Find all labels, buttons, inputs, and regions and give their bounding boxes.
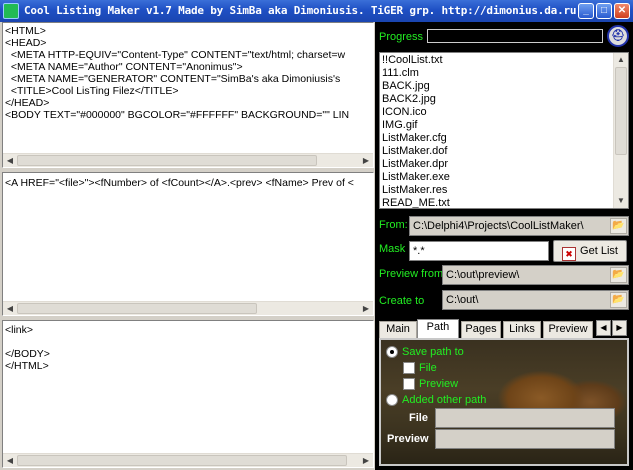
file-list-item[interactable]: ListMaker.res <box>382 184 611 197</box>
scroll-thumb[interactable] <box>615 67 627 155</box>
footer-template-editor[interactable]: <link> </BODY> </HTML> ◀ ▶ <box>2 320 374 468</box>
scroll-thumb[interactable] <box>17 155 317 166</box>
file-checkbox[interactable] <box>403 362 415 374</box>
help-lifebuoy-icon[interactable]: ⛑ <box>607 25 629 47</box>
file-list[interactable]: !!CoolList.txt 111.clm BACK.jpg BACK2.jpg IC… <box>379 52 629 209</box>
file-path-input[interactable] <box>435 408 615 428</box>
browse-folder-icon[interactable]: 📂 <box>610 267 627 283</box>
scroll-thumb[interactable] <box>17 303 257 314</box>
app-window: Cool Listing Maker v1.7 Made by SimBa ak… <box>0 0 633 470</box>
scroll-left-arrow-icon[interactable]: ◀ <box>4 155 16 167</box>
mask-value: *.* <box>413 245 425 257</box>
scroll-right-arrow-icon[interactable]: ▶ <box>360 155 372 167</box>
footer-hscrollbar[interactable]: ◀ ▶ <box>3 453 373 467</box>
body-template-text[interactable]: <A HREF="<file>"><fNumber> of <fCount></… <box>5 177 371 189</box>
scroll-left-arrow-icon[interactable]: ◀ <box>4 303 16 315</box>
window-title: Cool Listing Maker v1.7 Made by SimBa ak… <box>24 4 577 17</box>
scroll-right-arrow-icon[interactable]: ▶ <box>360 303 372 315</box>
footer-template-text[interactable]: <link> </BODY> </HTML> <box>5 324 371 372</box>
mask-input[interactable]: *.* <box>409 241 549 261</box>
file-list-items[interactable]: !!CoolList.txt 111.clm BACK.jpg BACK2.jpg IC… <box>382 54 611 208</box>
from-value: C:\Delphi4\Projects\CoolListMaker\ <box>413 220 584 232</box>
progress-label: Progress <box>379 31 424 43</box>
tab-path[interactable]: Path <box>417 319 459 338</box>
file-list-item[interactable]: ListMaker.exe <box>382 171 611 184</box>
create-to-value: C:\out\ <box>446 294 479 306</box>
file-list-item[interactable]: 111.clm <box>382 67 611 80</box>
file-check-label: File <box>419 362 437 374</box>
tab-pages[interactable]: Pages <box>461 321 501 338</box>
maximize-button[interactable]: □ <box>596 3 612 19</box>
scroll-up-arrow-icon[interactable]: ▲ <box>615 54 627 66</box>
preview-from-field[interactable]: C:\out\preview\ 📂 <box>442 265 629 285</box>
browse-folder-icon[interactable]: 📂 <box>610 218 627 234</box>
body-template-editor[interactable]: <A HREF="<file>"><fNumber> of <fCount></… <box>2 172 374 316</box>
preview-field-label: Preview <box>387 433 429 445</box>
right-panel: Progress ⛑ !!CoolList.txt 111.clm BACK.jpg… <box>375 22 633 470</box>
header-template-text[interactable]: <HTML> <HEAD> <META HTTP-EQUIV="Content-… <box>5 25 371 121</box>
scroll-left-arrow-icon[interactable]: ◀ <box>4 455 16 467</box>
create-to-field[interactable]: C:\out\ 📂 <box>442 290 629 310</box>
file-field-label: File <box>409 412 428 424</box>
file-list-item[interactable]: ListMaker.dof <box>382 145 611 158</box>
header-template-editor[interactable]: <HTML> <HEAD> <META HTTP-EQUIV="Content-… <box>2 22 374 168</box>
from-label: From: <box>379 219 408 231</box>
scroll-right-arrow-icon[interactable]: ▶ <box>360 455 372 467</box>
minimize-button[interactable]: _ <box>578 3 594 19</box>
save-path-label: Save path to <box>402 346 464 358</box>
scroll-down-arrow-icon[interactable]: ▼ <box>615 195 627 207</box>
scroll-thumb[interactable] <box>17 455 347 466</box>
create-to-label: Create to <box>379 295 425 307</box>
get-list-icon: ✖ <box>562 247 577 261</box>
browse-folder-icon[interactable]: 📂 <box>610 292 627 308</box>
options-tabs: Main Path Pages Links Preview ◀ ▶ <box>379 319 629 338</box>
file-list-item[interactable]: ListMaker.dpr <box>382 158 611 171</box>
get-list-label: Get List <box>580 245 618 257</box>
header-hscrollbar[interactable]: ◀ ▶ <box>3 153 373 167</box>
preview-from-label: Preview from <box>379 268 444 280</box>
file-list-item[interactable]: ICON.ico <box>382 106 611 119</box>
file-list-item[interactable]: BACK2.jpg <box>382 93 611 106</box>
body-hscrollbar[interactable]: ◀ ▶ <box>3 301 373 315</box>
tab-preview[interactable]: Preview <box>543 321 593 338</box>
get-list-button[interactable]: ✖ Get List <box>553 240 627 262</box>
tab-scroll-left-icon[interactable]: ◀ <box>596 320 611 336</box>
close-button[interactable]: ✕ <box>614 3 630 19</box>
preview-check-label: Preview <box>419 378 459 390</box>
added-other-path-label: Added other path <box>402 394 487 406</box>
progress-bar <box>427 29 603 43</box>
preview-from-value: C:\out\preview\ <box>446 269 520 281</box>
tab-links[interactable]: Links <box>503 321 541 338</box>
tab-main[interactable]: Main <box>379 321 417 338</box>
file-list-item[interactable]: IMG.gif <box>382 119 611 132</box>
save-path-radio[interactable] <box>386 346 398 358</box>
preview-path-input[interactable] <box>435 429 615 449</box>
file-list-item[interactable]: BACK.jpg <box>382 80 611 93</box>
added-other-path-radio[interactable] <box>386 394 398 406</box>
app-icon <box>3 3 19 19</box>
title-bar[interactable]: Cool Listing Maker v1.7 Made by SimBa ak… <box>0 0 633 22</box>
from-field[interactable]: C:\Delphi4\Projects\CoolListMaker\ 📂 <box>409 216 629 236</box>
file-list-item[interactable]: READ_ME.txt <box>382 197 611 208</box>
tab-scroll-right-icon[interactable]: ▶ <box>612 320 627 336</box>
path-tab-page: Save path to File Preview Added other pa… <box>379 338 629 466</box>
file-list-vscrollbar[interactable]: ▲ ▼ <box>613 53 628 208</box>
mask-label: Mask <box>379 243 406 255</box>
file-list-item[interactable]: !!CoolList.txt <box>382 54 611 67</box>
preview-checkbox[interactable] <box>403 378 415 390</box>
file-list-item[interactable]: ListMaker.cfg <box>382 132 611 145</box>
